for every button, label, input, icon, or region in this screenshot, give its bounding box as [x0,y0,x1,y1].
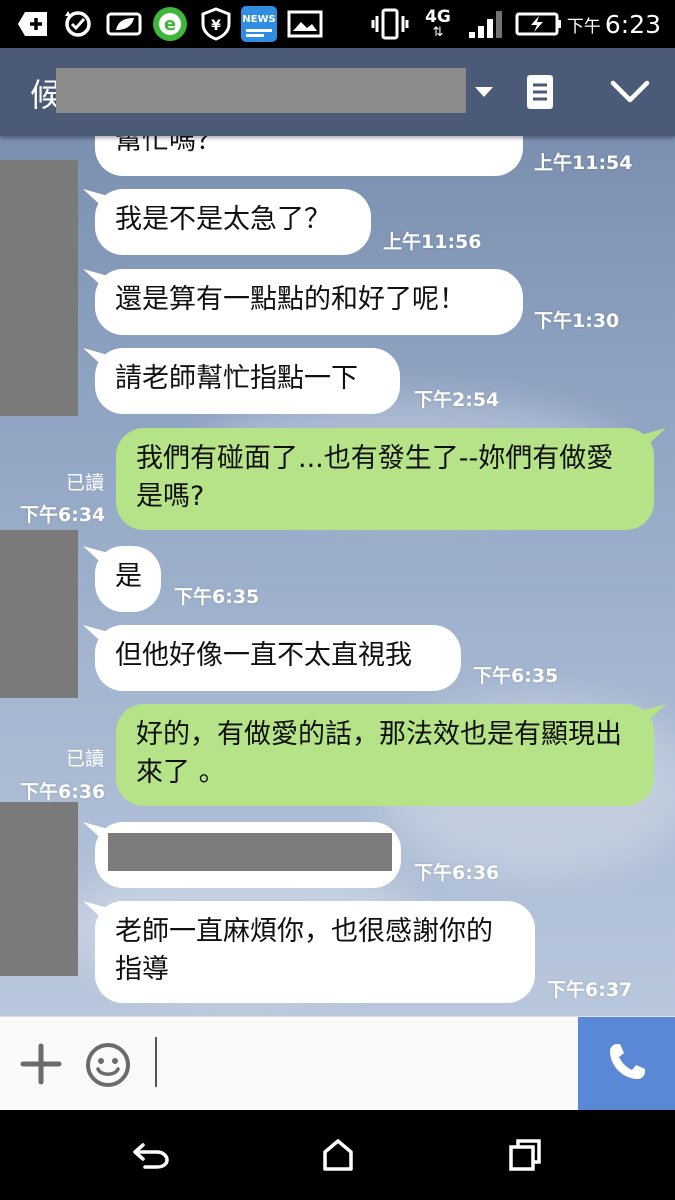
phone-icon [605,1040,649,1088]
outgoing-message-bubble[interactable]: 我們有碰面了...也有發生了--妳們有做愛是嗎? [116,428,654,530]
home-icon[interactable] [313,1132,363,1178]
message-text: 是 [115,561,142,592]
incoming-message-bubble[interactable]: 但他好像一直不太直視我 [95,625,461,691]
message-timestamp: 下午6:36 [414,862,500,884]
message-text: 我是不是太急了？ [115,204,331,235]
signal-icon [464,8,506,40]
battery-charging-icon [514,8,564,40]
message-timestamp: 下午6:35 [473,665,559,687]
collapse-chevron-icon[interactable] [608,74,652,110]
call-button[interactable] [578,1017,675,1111]
incoming-message-bubble[interactable]: 請老師幫忙指點一下 [95,348,400,414]
svg-text:¥: ¥ [211,18,221,34]
message-timestamp: 下午6:34 [20,504,106,526]
emoji-icon[interactable] [84,1041,132,1089]
redacted-avatar [0,160,78,416]
network-label: 4G [425,6,451,27]
redacted-avatar [0,802,78,976]
read-receipt: 已讀 [65,472,104,494]
add-icon [16,8,50,40]
message-text: 幫忙嗎？ [115,136,223,156]
recents-icon[interactable] [500,1132,550,1178]
redacted-avatar [0,530,78,698]
message-timestamp: 下午6:36 [20,781,106,803]
redacted-contact-name [56,68,466,113]
read-receipt: 已讀 [65,748,104,770]
message-text: 老師一直麻煩你，也很感謝你的指導 [115,916,493,985]
message-text: 好的，有做愛的話，那法效也是有顯現出來了 。 [136,719,622,788]
chat-header: 候 [0,48,675,136]
message-text: 還是算有一點點的和好了呢！ [115,284,466,315]
message-timestamp: 上午11:56 [383,231,482,253]
notes-icon[interactable] [522,72,558,112]
message-timestamp: 下午6:35 [174,586,260,608]
clock-ampm: 下午 [566,16,601,37]
text-cursor [155,1037,157,1087]
browser-e-icon: e [150,7,190,41]
message-text: 我們有碰面了...也有發生了--妳們有做愛是嗎? [136,443,614,512]
message-timestamp: 上午11:54 [534,152,633,174]
status-bar: e ¥ NEWS 4G ⇅ 下午 6:23 [0,0,675,48]
image-icon [286,8,324,40]
shield-yuan-icon: ¥ [198,7,234,41]
message-timestamp: 下午1:30 [534,310,620,332]
incoming-message-bubble[interactable]: 老師一直麻煩你，也很感謝你的指導 [95,901,535,1003]
news-badge-label: NEWS [242,14,276,25]
leaf-icon [104,8,144,40]
message-timestamp: 下午6:37 [547,979,633,1001]
svg-text:e: e [164,14,176,35]
outgoing-message-bubble[interactable]: 好的，有做愛的話，那法效也是有顯現出來了 。 [116,704,654,806]
message-input[interactable] [164,1042,564,1086]
network-4g-icon: 4G ⇅ [425,6,451,40]
message-text: 請老師幫忙指點一下 [115,363,358,394]
system-nav-bar [0,1110,675,1200]
clock-time: 6:23 [604,9,661,39]
dropdown-arrow-icon[interactable] [470,78,498,106]
chat-area[interactable]: 幫忙嗎？ 上午11:54 我是不是太急了？ 上午11:56 還是算有一點點的和好… [0,136,675,1016]
status-clock: 下午 6:23 [567,8,661,40]
plus-icon[interactable] [18,1041,64,1087]
incoming-message-bubble[interactable]: 是 [95,546,161,612]
incoming-message-bubble[interactable]: 幫忙嗎？ [95,136,523,176]
back-icon[interactable] [126,1132,176,1178]
incoming-message-bubble[interactable]: 我是不是太急了？ [95,189,371,255]
message-input-bar [0,1016,675,1111]
message-timestamp: 下午2:54 [414,389,500,411]
incoming-message-bubble[interactable]: 還是算有一點點的和好了呢！ [95,269,523,335]
vibrate-icon [370,8,410,40]
sync-icon [60,8,96,40]
redacted-message-content [108,833,392,871]
message-text: 但他好像一直不太直視我 [115,640,412,671]
